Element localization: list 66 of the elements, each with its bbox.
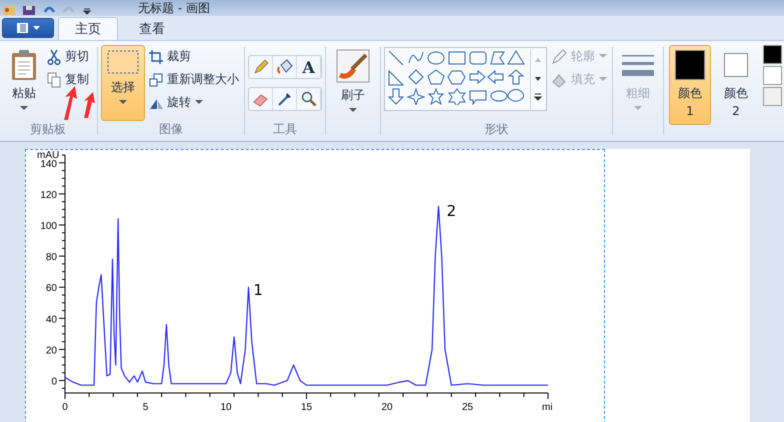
palette-color[interactable] <box>762 87 782 106</box>
y-tick-label: 80 <box>46 252 57 264</box>
pencil-icon <box>550 48 567 64</box>
app-icon <box>2 6 16 16</box>
y-tick-label: 0 <box>51 376 57 388</box>
peak-label: 2 <box>446 202 456 220</box>
x-tick-label: 0 <box>62 402 68 413</box>
group-label: 图像 <box>159 121 184 138</box>
cut-button[interactable]: 剪切 <box>45 47 92 66</box>
selection-icon <box>106 49 140 75</box>
crop-button[interactable]: 裁剪 <box>147 47 242 66</box>
caret-icon <box>195 100 204 105</box>
group-label: 工具 <box>273 121 298 138</box>
y-tick-label: 120 <box>40 190 57 201</box>
x-tick-label: 10 <box>220 402 232 413</box>
y-tick-label: 20 <box>46 345 57 356</box>
peak-label: 1 <box>253 281 263 300</box>
menu-button[interactable] <box>2 18 54 38</box>
select-button[interactable]: 选择 <box>101 45 146 121</box>
copy-icon <box>47 72 62 88</box>
x-axis-label: mi <box>542 402 553 413</box>
selection-box[interactable] <box>25 149 605 422</box>
y-tick-label: 140 <box>40 158 57 170</box>
text-button[interactable]: A <box>297 56 322 78</box>
ribbon-tab[interactable]: 查看 <box>122 17 182 40</box>
eyedropper-icon <box>276 91 293 107</box>
dropdown-icon[interactable] <box>82 6 92 16</box>
magnifier-icon <box>300 91 317 107</box>
caret-icon <box>598 54 607 59</box>
y-axis-label: mAU <box>37 150 60 161</box>
brush-icon <box>336 49 370 83</box>
palette-color[interactable] <box>762 66 782 85</box>
caret-icon <box>119 100 128 105</box>
y-tick-label: 40 <box>46 314 57 326</box>
x-tick-label: 25 <box>462 402 474 413</box>
caret-icon <box>634 106 642 111</box>
rotate-button[interactable]: 旋转 <box>147 93 242 112</box>
caret-icon <box>20 106 28 111</box>
brushes-button[interactable]: 刷子 <box>330 45 375 121</box>
group-label: 剪贴板 <box>30 121 66 138</box>
palette-color[interactable] <box>762 45 782 64</box>
color-2-button[interactable]: 颜色 2 <box>714 45 757 125</box>
pencil-icon <box>252 59 269 75</box>
y-tick-label: 60 <box>46 283 57 294</box>
x-tick-label: 20 <box>381 402 393 413</box>
y-tick-label: 100 <box>40 221 57 232</box>
copy-button[interactable]: 复制 <box>45 70 92 89</box>
resize-button[interactable]: 重新调整大小 <box>147 70 242 89</box>
x-tick-label: 5 <box>142 402 148 413</box>
shapes-gallery[interactable] <box>384 47 547 111</box>
ribbon-tab[interactable]: 主页 <box>58 17 118 40</box>
paint-bucket-icon <box>550 72 567 88</box>
resize-icon <box>149 72 164 86</box>
save-icon[interactable] <box>22 6 36 16</box>
gallery-scrollbar[interactable] <box>530 49 545 109</box>
color-1-button[interactable]: 颜色 1 <box>668 45 711 125</box>
paste-button[interactable]: 粘贴 <box>5 45 44 121</box>
caret-icon <box>348 108 357 113</box>
crop-icon <box>149 50 164 64</box>
clipboard-icon <box>10 49 38 81</box>
window-title: 无标题 - 画图 <box>138 1 210 16</box>
group-label: 形状 <box>484 121 508 138</box>
x-tick-label: 15 <box>300 402 312 413</box>
scissors-icon <box>47 48 62 64</box>
paint-bucket-icon <box>276 59 293 75</box>
caret-icon <box>598 77 607 82</box>
